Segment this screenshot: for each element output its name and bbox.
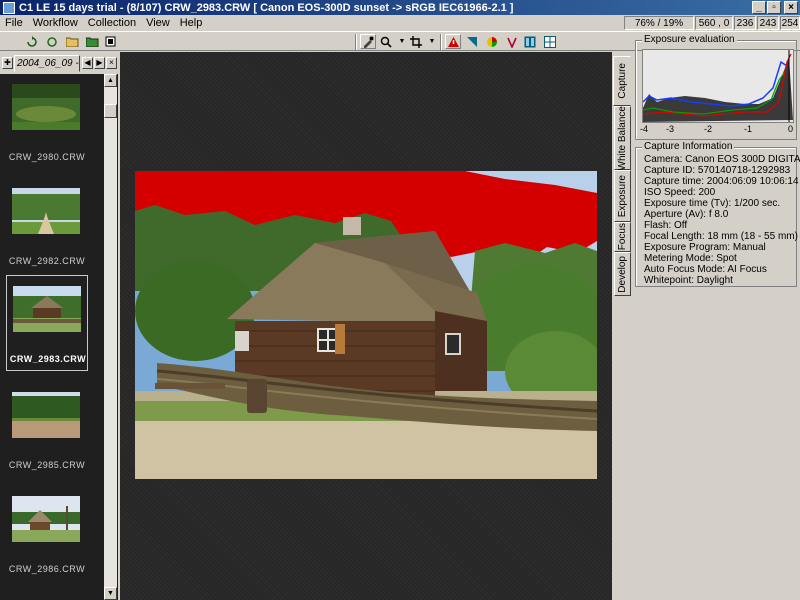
app-icon — [3, 1, 15, 14]
grid-icon[interactable] — [542, 34, 558, 49]
exposure-evaluation-title: Exposure evaluation — [642, 34, 737, 45]
exposure-warning-icon[interactable] — [445, 34, 461, 49]
image-viewer[interactable] — [120, 52, 612, 600]
close-button[interactable]: × — [784, 1, 798, 14]
info-aperture: Aperture (Av): f 8.0 — [644, 209, 729, 220]
info-capture-id: Capture ID: 570140718-1292983 — [644, 165, 791, 176]
tab-exposure[interactable]: Exposure — [614, 170, 631, 222]
folder-icon[interactable] — [84, 34, 100, 49]
scroll-up-icon[interactable]: ▲ — [104, 74, 117, 87]
thumbnail-scrollbar[interactable]: ▲ ▼ — [104, 74, 117, 600]
info-focal-length: Focal Length: 18 mm (18 - 55 mm) — [644, 231, 798, 242]
tab-scroll-right-icon[interactable]: ▶ — [94, 57, 105, 69]
info-whitepoint: Whitepoint: Daylight — [644, 275, 733, 286]
thumbnail-label: CRW_2983.CRW — [9, 354, 87, 364]
thumbnail-item[interactable]: CRW_2982.CRW — [6, 178, 88, 274]
thumbnail-label: CRW_2982.CRW — [8, 256, 86, 266]
picker-icon[interactable] — [504, 34, 520, 49]
photo-preview[interactable] — [135, 171, 597, 479]
blue-value: 254 — [780, 16, 800, 30]
menu-help[interactable]: Help — [175, 17, 208, 29]
histogram-ticks: -4 -3 -2 -1 0 — [640, 124, 794, 134]
eyedropper-icon[interactable] — [360, 34, 376, 49]
capture-information-title: Capture Information — [642, 141, 735, 152]
zoom-icon[interactable] — [378, 34, 394, 49]
thumbnail-label: CRW_2986.CRW — [8, 564, 86, 574]
info-exposure-program: Exposure Program: Manual — [644, 242, 766, 253]
cursor-coords: 560 , 0 — [695, 16, 733, 30]
menu-workflow[interactable]: Workflow — [28, 17, 83, 29]
menu-collection[interactable]: Collection — [83, 17, 141, 29]
tab-develop[interactable]: Develop — [614, 252, 631, 296]
scroll-thumb[interactable] — [104, 104, 117, 118]
thumbnail-item[interactable]: CRW_2985.CRW — [6, 382, 88, 478]
rotate-icon[interactable] — [24, 34, 40, 49]
info-capture-time: Capture time: 2004:06:09 10:06:14 — [644, 176, 799, 187]
tab-close-icon[interactable]: × — [106, 57, 117, 69]
open-folder-icon[interactable] — [64, 34, 80, 49]
info-camera: Camera: Canon EOS 300D DIGITAL — [644, 154, 800, 165]
tab-white-balance[interactable]: White Balance — [614, 106, 631, 170]
thumbnail-item[interactable]: CRW_2986.CRW — [6, 486, 88, 582]
restore-button[interactable]: ▫ — [767, 1, 781, 14]
red-value: 236 — [734, 16, 756, 30]
refresh-icon[interactable] — [44, 34, 60, 49]
thumbnail-image — [12, 84, 80, 130]
thumbnail-image — [13, 286, 81, 332]
crop-dropdown-icon[interactable]: ▼ — [424, 34, 440, 49]
green-value: 243 — [757, 16, 779, 30]
thumbnail-item-selected[interactable]: CRW_2983.CRW — [6, 275, 88, 371]
minimize-button[interactable]: _ — [752, 1, 766, 14]
color-wheel-icon[interactable] — [484, 34, 500, 49]
pin-icon[interactable]: ✚ — [2, 57, 13, 69]
thumbnail-image — [12, 188, 80, 234]
thumbnail-list: CRW_2980.CRW CRW_2982.CRW CRW_2983.CRW C… — [0, 74, 104, 600]
compare-icon[interactable] — [522, 34, 538, 49]
window-title: C1 LE 15 days trial - (8/107) CRW_2983.C… — [19, 1, 514, 14]
thumbnail-item[interactable]: CRW_2980.CRW — [6, 74, 88, 170]
info-af-mode: Auto Focus Mode: AI Focus — [644, 264, 767, 275]
folder-tab[interactable]: 2004_06_09 - N — [14, 55, 80, 72]
tab-capture[interactable]: Capture — [613, 56, 631, 106]
thumbnail-label: CRW_2985.CRW — [8, 460, 86, 470]
info-flash: Flash: Off — [644, 220, 688, 231]
menu-file[interactable]: File — [0, 17, 28, 29]
tool-tabs: Capture White Balance Exposure Focus Dev… — [613, 52, 631, 600]
folder-tab-bar: ✚ 2004_06_09 - N ◀ ▶ × — [0, 52, 118, 74]
layout-icon[interactable] — [102, 34, 118, 49]
scroll-down-icon[interactable]: ▼ — [104, 587, 117, 600]
info-metering-mode: Metering Mode: Spot — [644, 253, 737, 264]
info-exposure-time: Exposure time (Tv): 1/200 sec. — [644, 198, 781, 209]
capture-information-group: Capture Information Camera: Canon EOS 30… — [635, 141, 800, 287]
menu-bar: File Workflow Collection View Help 76% /… — [0, 15, 800, 31]
title-bar: C1 LE 15 days trial - (8/107) CRW_2983.C… — [0, 0, 800, 15]
thumbnail-image — [12, 496, 80, 542]
tab-focus[interactable]: Focus — [614, 222, 631, 252]
thumbnail-image — [12, 392, 80, 438]
info-iso: ISO Speed: 200 — [644, 187, 716, 198]
exposure-histogram — [642, 49, 794, 123]
tab-scroll-left-icon[interactable]: ◀ — [82, 57, 93, 69]
exposure-evaluation-group: Exposure evaluation -4 -3 -2 -1 0 — [635, 34, 797, 140]
menu-view[interactable]: View — [141, 17, 175, 29]
thumbnail-label: CRW_2980.CRW — [8, 152, 86, 162]
crop-icon[interactable] — [408, 34, 424, 49]
shadow-icon[interactable] — [464, 34, 480, 49]
zoom-readout: 76% / 19% — [624, 16, 694, 30]
